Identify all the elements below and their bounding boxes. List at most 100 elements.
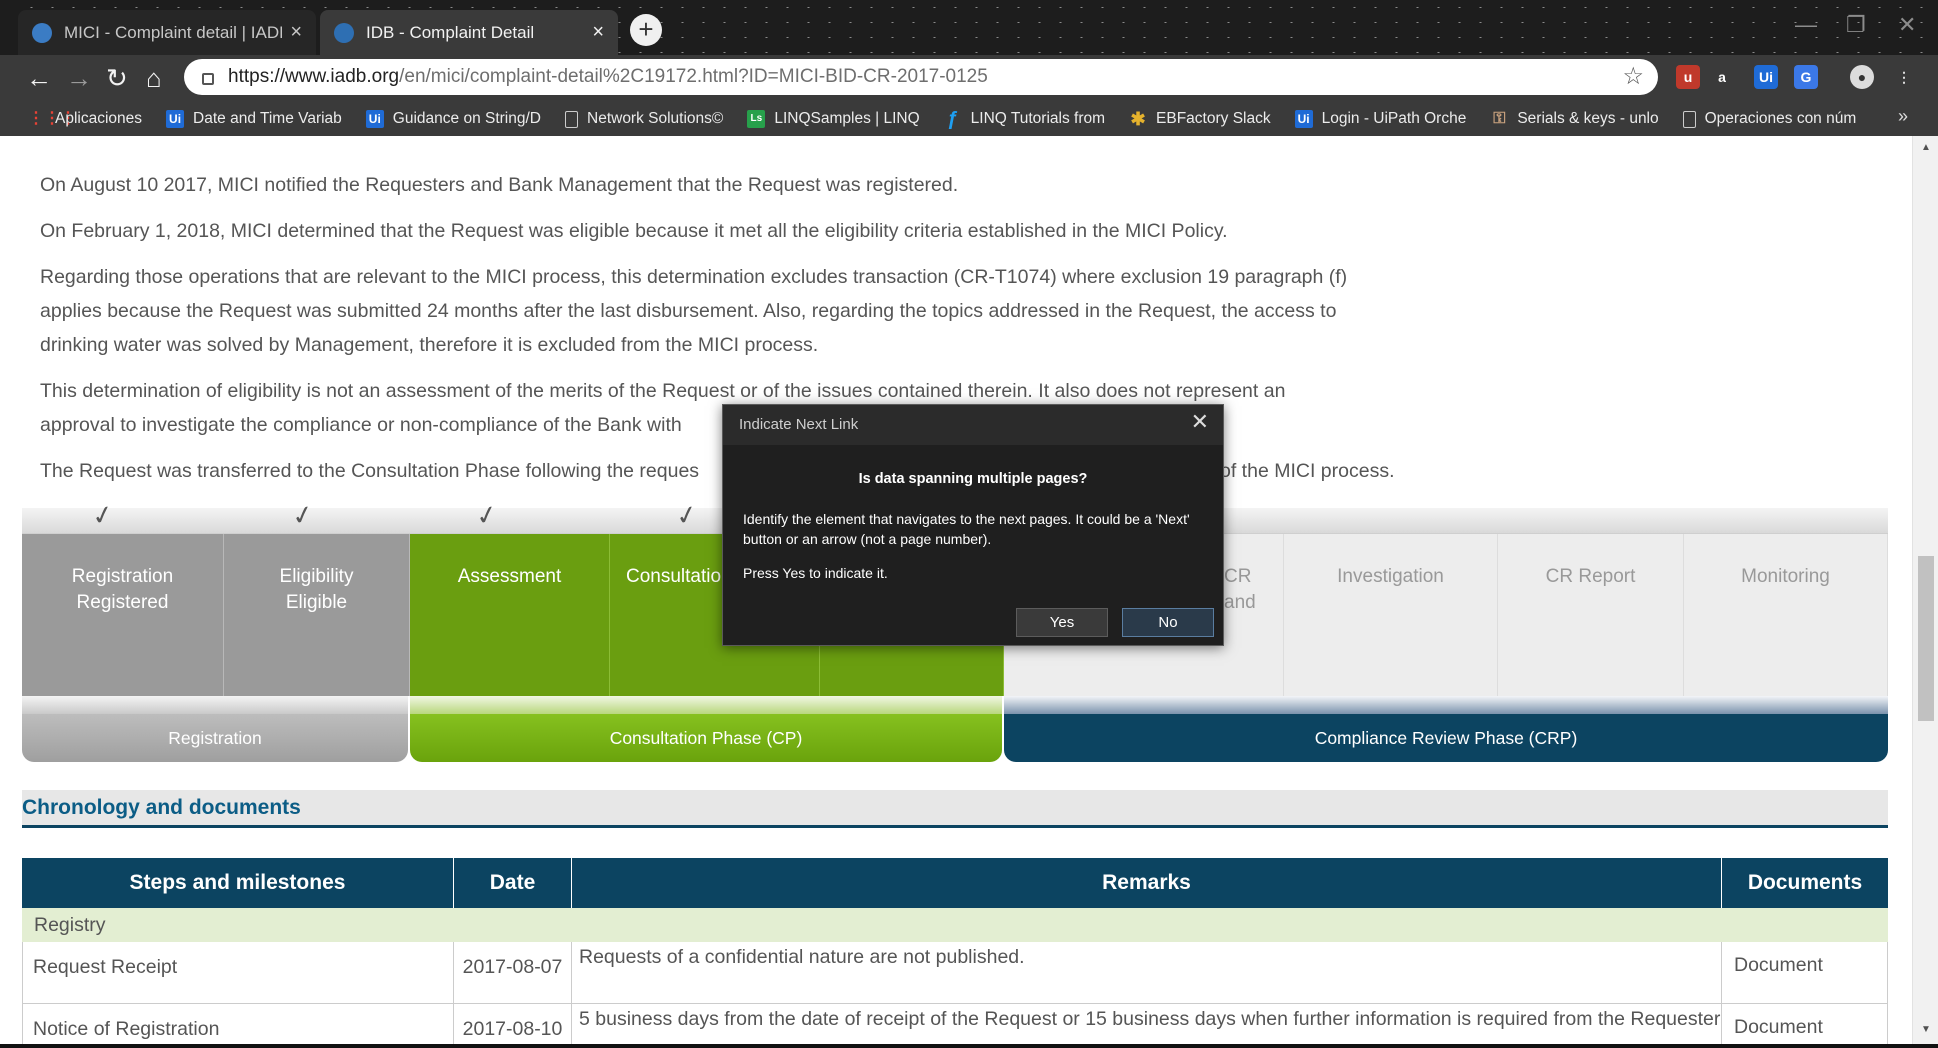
forward-icon[interactable]: → (66, 63, 92, 93)
paragraph-determination-line1: This determination of eligibility is not… (40, 380, 1286, 402)
cell-date: 2017-08-10 (454, 1004, 572, 1044)
uipath-icon: Ui (365, 110, 384, 128)
more-bookmarks-icon[interactable]: » (1898, 106, 1908, 127)
bookmark-uipath-login[interactable]: Ui Login - UiPath Orche (1294, 110, 1466, 128)
uipath-icon: Ui (1294, 110, 1313, 128)
bookmarks-bar: ⋮⋮⋮ Aplicaciones Ui Date and Time Variab U… (0, 102, 1938, 136)
phase-bar-consultation (410, 696, 1002, 714)
bookmark-star-icon[interactable]: ☆ (1622, 62, 1644, 91)
tab-title: IDB - Complaint Detail (366, 22, 535, 42)
translate-extension-icon[interactable]: G (1794, 65, 1818, 89)
phase-registration[interactable]: Registration (22, 714, 408, 762)
table-row: Notice of Registration 2017-08-10 5 busi… (22, 1004, 1888, 1044)
dialog-close-icon[interactable]: ✕ (1191, 409, 1209, 435)
cell-step: Request Receipt (22, 942, 454, 1004)
bookmark-serials-keys[interactable]: ⚿ Serials & keys - unlo (1490, 110, 1658, 128)
paragraph-eligible: On February 1, 2018, MICI determined tha… (40, 220, 1228, 242)
paragraph-determination-line2: approval to investigate the compliance o… (40, 414, 682, 436)
ublock-extension-icon[interactable]: u (1676, 65, 1700, 89)
dialog-instruction: Press Yes to indicate it. (743, 565, 888, 581)
step-assessment[interactable]: Assessment (410, 534, 610, 696)
scroll-down-icon[interactable]: ▼ (1921, 1024, 1931, 1035)
taskbar-edge (0, 1044, 1938, 1048)
document-link[interactable]: Document (1722, 942, 1888, 1004)
idb-favicon-icon (334, 22, 354, 43)
profile-avatar-icon[interactable]: ● (1850, 65, 1874, 89)
table-group-row: Registry (22, 908, 1888, 942)
document-link[interactable]: Document (1722, 1004, 1888, 1044)
maximize-icon[interactable]: ❐ (1846, 12, 1866, 38)
table-header-row: Steps and milestones Date Remarks Docume… (22, 858, 1888, 908)
linq-tutorials-icon: ƒ (947, 108, 959, 130)
step-registration[interactable]: Registration Registered (22, 534, 224, 696)
scrollbar-thumb[interactable] (1918, 556, 1934, 721)
key-icon: ⚿ (1493, 110, 1506, 127)
new-tab-button[interactable]: + (630, 14, 662, 46)
uipath-extension-icon[interactable]: Ui (1754, 65, 1778, 89)
indicate-next-link-dialog: Indicate Next Link ✕ Is data spanning mu… (722, 404, 1224, 646)
bookmark-linq-samples[interactable]: Ls LINQSamples | LINQ (747, 110, 920, 128)
bookmark-ebfactory-slack[interactable]: ✱ EBFactory Slack (1129, 110, 1270, 128)
close-tab-icon[interactable]: × (290, 21, 302, 44)
close-tab-icon[interactable]: × (592, 21, 604, 44)
bookmark-date-time[interactable]: Ui Date and Time Variab (166, 110, 342, 128)
phase-consultation[interactable]: Consultation Phase (CP) (410, 714, 1002, 762)
close-window-icon[interactable]: ✕ (1898, 12, 1916, 38)
scroll-up-icon[interactable]: ▲ (1921, 142, 1931, 153)
table-row: Request Receipt 2017-08-07 Requests of a… (22, 942, 1888, 1004)
iadb-favicon-icon (32, 22, 52, 43)
amazon-extension-icon[interactable]: a (1710, 65, 1734, 89)
home-icon[interactable]: ⌂ (146, 63, 162, 93)
tab-idb-complaint-detail[interactable]: IDB - Complaint Detail × (320, 10, 618, 55)
back-icon[interactable]: ← (26, 63, 52, 93)
paragraph-operations-line2: applies because the Request was submitte… (40, 300, 1337, 322)
document-icon (1682, 110, 1696, 128)
cell-date: 2017-08-07 (454, 942, 572, 1004)
step-investigation[interactable]: Investigation (1284, 534, 1498, 696)
document-icon (565, 110, 578, 128)
paragraph-notified: On August 10 2017, MICI notified the Req… (40, 174, 959, 196)
bookmark-network-solutions[interactable]: Network Solutions© (565, 110, 723, 128)
phase-bar-compliance (1004, 696, 1888, 714)
step-cr-report[interactable]: CR Report (1498, 534, 1684, 696)
paragraph-transferred-end: of the MICI process. (1220, 460, 1395, 482)
tab-title: MICI - Complaint detail | IADB (64, 22, 283, 42)
tab-mici-complaint[interactable]: MICI - Complaint detail | IADB × (18, 10, 316, 55)
col-header-remarks: Remarks (572, 858, 1722, 908)
browser-titlebar: MICI - Complaint detail | IADB × IDB - C… (0, 0, 1938, 55)
cell-remarks: 5 business days from the date of receipt… (572, 1004, 1722, 1044)
no-button[interactable]: No (1122, 608, 1214, 637)
bookmark-operaciones[interactable]: Operaciones con núm (1682, 110, 1856, 128)
cell-step: Notice of Registration (22, 1004, 454, 1044)
yes-button[interactable]: Yes (1016, 608, 1108, 637)
screen: MICI - Complaint detail | IADB × IDB - C… (0, 0, 1938, 1048)
url-text[interactable]: https://www.iadb.org/en/mici/complaint-d… (228, 66, 988, 88)
dialog-body: Identify the element that navigates to t… (743, 511, 1190, 547)
bookmark-linq-tutorials[interactable]: ƒ LINQ Tutorials from (944, 108, 1105, 130)
linq-samples-icon: Ls (747, 110, 766, 128)
phase-bar-registration (22, 696, 408, 714)
address-bar[interactable]: https://www.iadb.org/en/mici/complaint-d… (184, 59, 1658, 95)
minimize-icon[interactable]: — (1795, 12, 1817, 38)
paragraph-transferred: The Request was transferred to the Consu… (40, 460, 700, 482)
uipath-icon: Ui (166, 110, 185, 128)
dialog-title: Indicate Next Link (723, 405, 1223, 445)
step-eligibility[interactable]: Eligibility Eligible (224, 534, 410, 696)
chronology-header: Chronology and documents (22, 790, 1888, 828)
dialog-heading: Is data spanning multiple pages? (858, 471, 1088, 487)
paragraph-operations-line1: Regarding those operations that are rele… (40, 266, 1348, 288)
phase-compliance-review[interactable]: Compliance Review Phase (CRP) (1004, 714, 1888, 762)
bookmark-guidance-string[interactable]: Ui Guidance on String/D (365, 110, 541, 128)
menu-icon[interactable]: ⋮ (1892, 65, 1916, 89)
lock-icon (202, 73, 214, 85)
cell-remarks: Requests of a confidential nature are no… (572, 942, 1722, 1004)
paragraph-operations-line3: drinking water was solved by Management,… (40, 334, 819, 356)
col-header-steps: Steps and milestones (22, 858, 454, 908)
step-monitoring[interactable]: Monitoring (1684, 534, 1888, 696)
page-scrollbar[interactable]: ▲ ▼ (1912, 136, 1938, 1044)
chronology-title: Chronology and documents (22, 796, 301, 819)
reload-icon[interactable]: ↻ (106, 63, 128, 93)
apps-grid-icon: ⋮⋮⋮ (28, 110, 76, 127)
bookmark-apps[interactable]: ⋮⋮⋮ Aplicaciones (28, 110, 142, 128)
col-header-documents: Documents (1722, 858, 1888, 908)
